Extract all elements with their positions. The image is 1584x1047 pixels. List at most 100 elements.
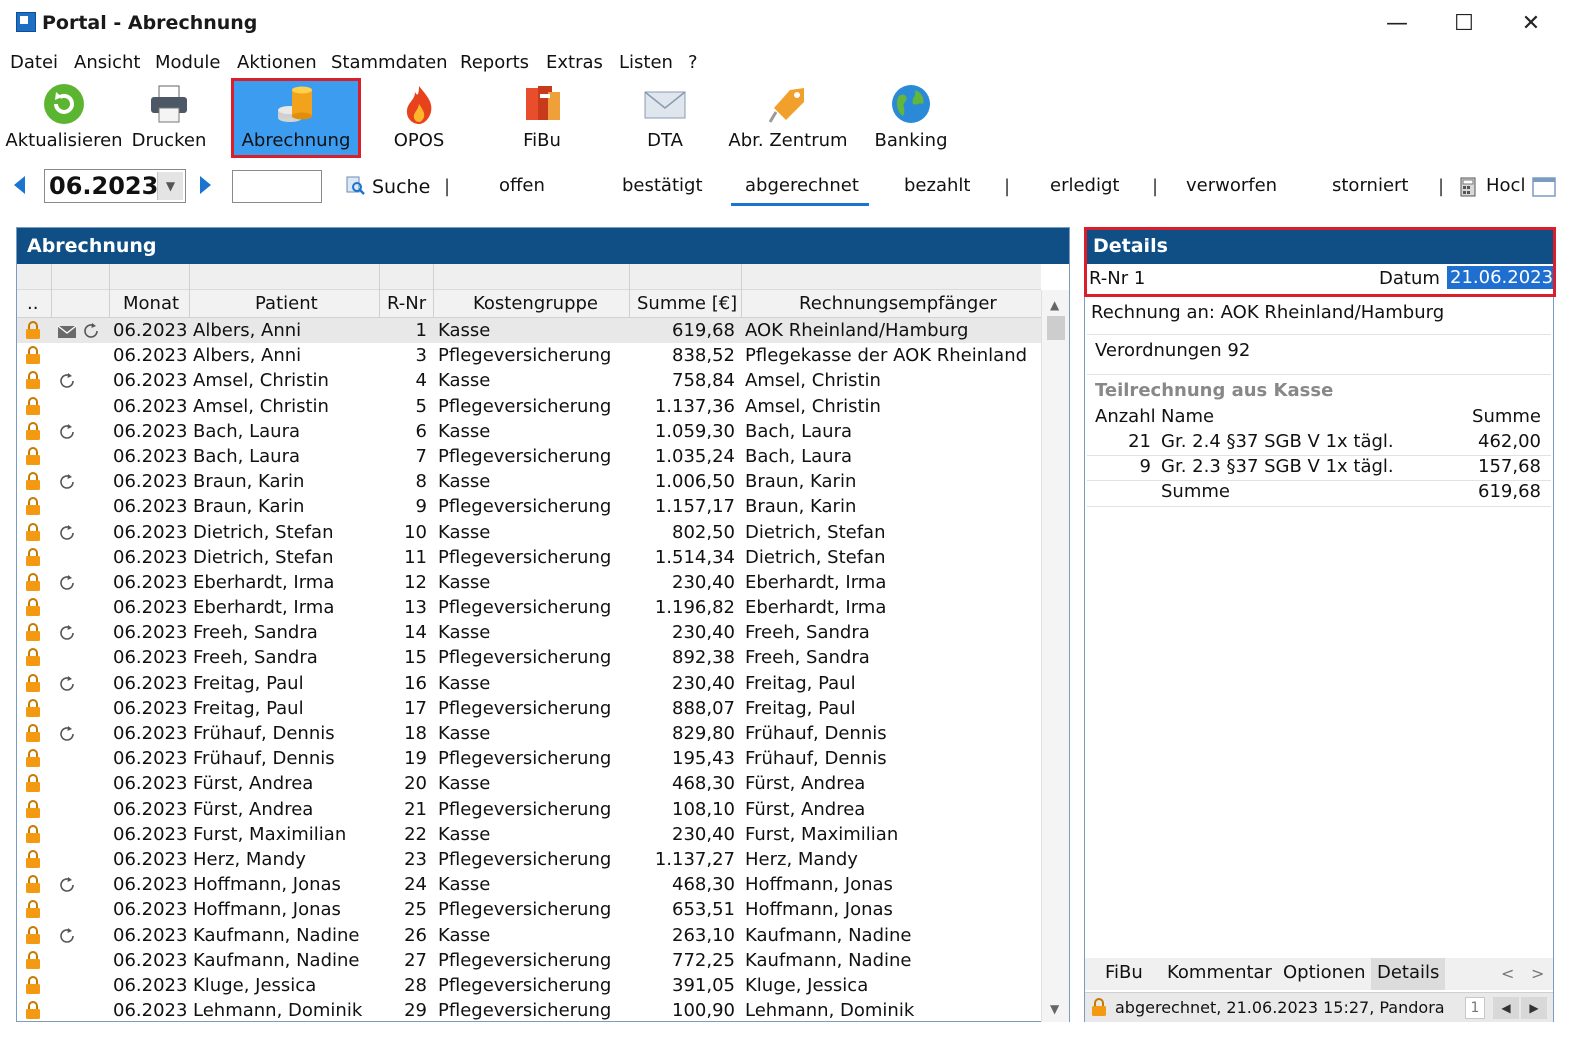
cell-monat: 06.2023 (113, 597, 188, 619)
menu-extras[interactable]: Extras (546, 52, 603, 73)
chevron-right-icon[interactable]: > (1531, 964, 1544, 983)
abrechnung-button[interactable]: Abrechnung (231, 78, 361, 158)
tab-fibu[interactable]: FiBu (1099, 962, 1149, 983)
drucken-button[interactable]: Drucken (128, 78, 210, 158)
cell-rnr: 14 (404, 622, 427, 644)
chevron-left-icon[interactable]: < (1501, 964, 1514, 983)
search-input[interactable] (232, 170, 322, 203)
col-monat[interactable]: Monat (123, 293, 179, 314)
scroll-thumb[interactable] (1047, 316, 1065, 340)
cell-rnr: 6 (415, 420, 427, 442)
table-row[interactable]: 06.2023 Amsel, Christin 4 Kasse 758,84 Amsel,… (17, 368, 1041, 393)
search-button[interactable]: Suche (346, 176, 430, 198)
maximize-button[interactable]: ☐ (1449, 10, 1479, 38)
tab-erledigt[interactable]: erledigt (1050, 175, 1119, 196)
tab-offen[interactable]: offen (499, 175, 545, 196)
table-row[interactable]: 06.2023 Hoffmann, Jonas 25 Pflegeversicheru… (17, 897, 1041, 922)
table-row[interactable]: 06.2023 Kluge, Jessica 28 Pflegeversicherun… (17, 973, 1041, 998)
vertical-scrollbar[interactable]: ▲ ▼ (1041, 290, 1069, 1022)
table-row[interactable]: 06.2023 Kaufmann, Nadine 27 Pflegeversicher… (17, 948, 1041, 973)
next-page-button[interactable]: ▶ (1521, 997, 1547, 1019)
menu-reports[interactable]: Reports (460, 52, 529, 73)
table-row[interactable]: 06.2023 Albers, Anni 1 Kasse 619,68 AOK Rhein… (17, 318, 1041, 344)
menu-listen[interactable]: Listen (619, 52, 673, 73)
tab-bestaetigt[interactable]: bestätigt (622, 175, 703, 196)
lock-icon (25, 724, 41, 743)
cell-patient: Kaufmann, Nadine (193, 949, 360, 971)
table-row[interactable]: 06.2023 Lehmann, Dominik 29 Pflegeversicher… (17, 998, 1041, 1022)
table-row[interactable]: 06.2023 Freitag, Paul 17 Pflegeversicherung… (17, 696, 1041, 721)
menu-module[interactable]: Module (155, 52, 220, 73)
tab-details[interactable]: Details (1371, 958, 1446, 990)
next-month-arrow-icon[interactable] (200, 176, 211, 194)
table-row[interactable]: 06.2023 Bach, Laura 7 Pflegeversicherung 1.0… (17, 444, 1041, 469)
cell-summe: 892,38 (672, 647, 735, 669)
table-row[interactable]: 06.2023 Herz, Mandy 23 Pflegeversicherung 1.… (17, 847, 1041, 872)
table-row[interactable]: 06.2023 Amsel, Christin 5 Pflegeversicherun… (17, 394, 1041, 419)
table-row[interactable]: 06.2023 Dietrich, Stefan 10 Kasse 802,50 Diet… (17, 520, 1041, 545)
previous-month-arrow-icon[interactable] (14, 176, 25, 194)
menu-help[interactable]: ? (688, 52, 698, 73)
table-row[interactable]: 06.2023 Hoffmann, Jonas 24 Kasse 468,30 Hoffm… (17, 872, 1041, 897)
cell-monat: 06.2023 (113, 949, 188, 971)
col-summe[interactable]: Summe [€] (637, 293, 737, 314)
cell-empfaenger: Freitag, Paul (745, 697, 856, 719)
tab-abgerechnet[interactable]: abgerechnet (731, 175, 869, 206)
fibu-button[interactable]: FiBu (502, 78, 582, 158)
col-patient[interactable]: Patient (255, 293, 318, 314)
col-empfaenger[interactable]: Rechnungsempfänger (799, 293, 997, 314)
table-row[interactable]: 06.2023 Fürst, Andrea 20 Kasse 468,30 Fürst, … (17, 771, 1041, 796)
cell-kostengruppe: Kasse (438, 672, 491, 694)
menu-datei[interactable]: Datei (10, 52, 58, 73)
chevron-down-icon[interactable]: ▼ (157, 172, 183, 200)
table-row[interactable]: 06.2023 Kaufmann, Nadine 26 Kasse 263,10 Kauf… (17, 923, 1041, 948)
minimize-button[interactable]: — (1382, 10, 1412, 38)
tab-bezahlt[interactable]: bezahlt (904, 175, 970, 196)
previous-page-button[interactable]: ◀ (1493, 997, 1519, 1019)
cell-empfaenger: Bach, Laura (745, 445, 853, 467)
col-rnr[interactable]: R-Nr (387, 293, 426, 314)
tab-hocl[interactable]: Hocl (1486, 175, 1525, 196)
tab-storniert[interactable]: storniert (1332, 175, 1408, 196)
table-row[interactable]: 06.2023 Eberhardt, Irma 13 Pflegeversicheru… (17, 595, 1041, 620)
table-row[interactable]: 06.2023 Freeh, Sandra 14 Kasse 230,40 Freeh, … (17, 620, 1041, 645)
cell-empfaenger: Frühauf, Dennis (745, 723, 887, 744)
abr-zentrum-button[interactable]: Abr. Zentrum (728, 78, 848, 158)
cell-kostengruppe: Kasse (438, 773, 491, 795)
table-row[interactable]: 06.2023 Furst, Maximilian 22 Kasse 230,40 Fur… (17, 822, 1041, 847)
scroll-up-icon[interactable]: ▲ (1050, 298, 1059, 312)
month-select[interactable]: 06.2023 ▼ (44, 169, 186, 203)
tab-verworfen[interactable]: verworfen (1186, 175, 1277, 196)
cell-rnr: 8 (415, 471, 427, 493)
close-button[interactable]: ✕ (1516, 10, 1546, 38)
table-row[interactable]: 06.2023 Bach, Laura 6 Kasse 1.059,30 Bach, La… (17, 419, 1041, 444)
cell-rnr: 13 (404, 597, 427, 619)
menu-aktionen[interactable]: Aktionen (237, 52, 317, 73)
table-row[interactable]: 06.2023 Frühauf, Dennis 18 Kasse 829,80 Früha… (17, 721, 1041, 746)
table-row[interactable]: 06.2023 Eberhardt, Irma 12 Kasse 230,40 Eberh… (17, 570, 1041, 595)
table-row[interactable]: 06.2023 Freeh, Sandra 15 Pflegeversicherung… (17, 645, 1041, 670)
scroll-down-icon[interactable]: ▼ (1050, 1002, 1059, 1016)
table-row[interactable]: 06.2023 Dietrich, Stefan 11 Pflegeversicher… (17, 545, 1041, 570)
dta-button[interactable]: DTA (625, 78, 705, 158)
aktualisieren-button[interactable]: Aktualisieren (4, 78, 124, 158)
month-value: 06.2023 (49, 172, 159, 200)
col-dots[interactable]: .. (27, 293, 38, 314)
tab-optionen[interactable]: Optionen (1277, 962, 1372, 983)
cell-patient: Lehmann, Dominik (193, 1000, 363, 1022)
col-kostengruppe[interactable]: Kostengruppe (473, 293, 598, 314)
menu-stammdaten[interactable]: Stammdaten (331, 52, 448, 73)
table-row[interactable]: 06.2023 Braun, Karin 9 Pflegeversicherung 1.… (17, 494, 1041, 519)
table-row[interactable]: 06.2023 Frühauf, Dennis 19 Pflegeversicheru… (17, 746, 1041, 771)
table-row[interactable]: 06.2023 Freitag, Paul 16 Kasse 230,40 Freitag… (17, 671, 1041, 696)
table-row[interactable]: 06.2023 Fürst, Andrea 21 Pflegeversicherung… (17, 797, 1041, 822)
tab-kommentar[interactable]: Kommentar (1161, 962, 1278, 983)
table-row[interactable]: 06.2023 Albers, Anni 3 Pflegeversicherung 83… (17, 343, 1041, 368)
menu-ansicht[interactable]: Ansicht (74, 52, 140, 73)
opos-button[interactable]: OPOS (378, 78, 460, 158)
panel-toggle-icon[interactable] (1532, 177, 1556, 197)
table-row[interactable]: 06.2023 Braun, Karin 8 Kasse 1.006,50 Braun, … (17, 469, 1041, 494)
col-name: Name (1161, 406, 1215, 427)
banking-button[interactable]: Banking (870, 78, 952, 158)
datum-value[interactable]: 21.06.2023 (1447, 266, 1557, 289)
